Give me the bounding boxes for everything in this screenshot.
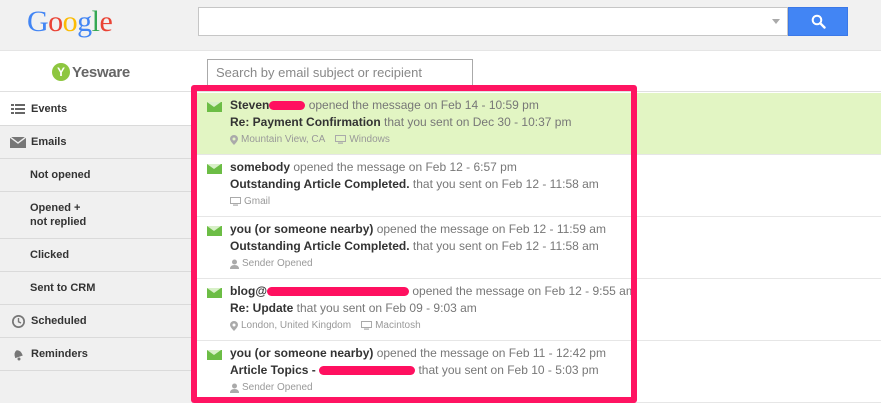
sidebar-item-clicked[interactable]: Clicked — [0, 239, 193, 272]
envelope-open-icon — [207, 164, 222, 174]
event-sent: that you sent on Dec 30 - 10:37 pm — [380, 115, 572, 129]
event-recipient: somebody — [230, 160, 291, 174]
location-pin-icon — [230, 320, 238, 331]
sidebar-item-label: Events — [31, 103, 68, 115]
event-subject: Article Topics - — [230, 363, 320, 377]
event-recipient: you (or someone nearby) — [230, 222, 374, 236]
event-sent: that you sent on Feb 12 - 11:58 am — [409, 177, 599, 191]
logo-letter: o — [62, 5, 78, 38]
sidebar: Events Emails Not opened Opened + not re… — [0, 93, 193, 403]
yesware-logo[interactable]: Y Yesware — [52, 62, 130, 82]
logo-letter: o — [48, 5, 63, 38]
google-search-button[interactable] — [788, 7, 848, 36]
list-icon — [9, 103, 27, 115]
event-device: Windows — [349, 134, 390, 145]
event-subject: Outstanding Article Completed. — [230, 177, 410, 191]
event-location: Mountain View, CA — [241, 134, 326, 145]
event-action: opened the message on Feb 12 - 11:59 am — [373, 222, 606, 236]
google-header: Google — [0, 0, 881, 51]
list-item[interactable]: somebody opened the message on Feb 12 - … — [195, 155, 881, 217]
event-action: opened the message on Feb 12 - 9:55 am — [409, 284, 636, 298]
sidebar-item-reminders[interactable]: Reminders — [0, 338, 193, 371]
event-subject: Re: Update — [230, 301, 294, 315]
logo-letter: G — [27, 5, 49, 38]
sidebar-item-events[interactable]: Events — [0, 93, 193, 126]
event-subject: Outstanding Article Completed. — [230, 239, 410, 253]
envelope-open-icon — [207, 288, 222, 298]
event-person: Sender Opened — [242, 382, 313, 393]
location-pin-icon — [230, 134, 238, 145]
envelope-open-icon — [207, 350, 222, 360]
bell-icon — [9, 347, 27, 361]
chevron-down-icon[interactable] — [772, 19, 780, 24]
sidebar-item-not-opened[interactable]: Not opened — [0, 159, 193, 192]
monitor-icon — [230, 197, 241, 206]
event-recipient: Steven — [230, 98, 270, 112]
email-search-input[interactable] — [207, 59, 473, 86]
envelope-icon — [9, 136, 27, 148]
google-search-input[interactable] — [198, 7, 788, 36]
sidebar-item-label: Emails — [31, 136, 67, 148]
event-device: Gmail — [244, 196, 271, 207]
sidebar-item-label: Sent to CRM — [30, 282, 96, 294]
event-action: opened the message on Feb 11 - 12:42 pm — [373, 346, 606, 360]
yesware-mark-icon: Y — [52, 63, 70, 81]
event-person: Sender Opened — [242, 258, 313, 269]
search-icon — [811, 14, 826, 29]
event-action: opened the message on Feb 14 - 10:59 pm — [305, 98, 539, 112]
list-item[interactable]: Steven opened the message on Feb 14 - 10… — [195, 93, 881, 155]
sidebar-item-label: Reminders — [31, 348, 88, 360]
sidebar-item-label: Opened + not replied — [30, 202, 87, 228]
yesware-header: Y Yesware — [0, 52, 881, 92]
event-device: Macintosh — [375, 320, 421, 331]
google-logo[interactable]: Google — [27, 5, 113, 39]
person-icon — [230, 259, 239, 269]
logo-letter: l — [91, 5, 100, 38]
clock-icon — [9, 314, 27, 329]
redaction-mark — [269, 101, 306, 111]
events-list: Steven opened the message on Feb 14 - 10… — [195, 93, 881, 403]
event-sent: that you sent on Feb 10 - 5:03 pm — [415, 363, 599, 377]
monitor-icon — [361, 321, 373, 330]
logo-letter: e — [99, 5, 113, 38]
list-item[interactable]: you (or someone nearby) opened the messa… — [195, 341, 881, 403]
yesware-logo-text: Yesware — [72, 63, 130, 81]
event-action: opened the message on Feb 12 - 6:57 pm — [290, 160, 517, 174]
event-sent: that you sent on Feb 09 - 9:03 am — [293, 301, 477, 315]
list-item[interactable]: you (or someone nearby) opened the messa… — [195, 217, 881, 279]
sidebar-item-label: Clicked — [30, 249, 70, 261]
sidebar-item-label: Scheduled — [31, 315, 87, 327]
logo-letter: g — [77, 5, 92, 38]
sidebar-item-sent-to-crm[interactable]: Sent to CRM — [0, 272, 193, 305]
person-icon — [230, 383, 239, 393]
envelope-open-icon — [207, 102, 222, 112]
sidebar-item-label: Not opened — [30, 169, 91, 181]
event-recipient: blog@ — [230, 284, 268, 298]
monitor-icon — [335, 135, 347, 144]
event-recipient: you (or someone nearby) — [230, 346, 374, 360]
envelope-open-icon — [207, 226, 222, 236]
sidebar-item-emails[interactable]: Emails — [0, 126, 193, 159]
sidebar-item-scheduled[interactable]: Scheduled — [0, 305, 193, 338]
list-item[interactable]: blog@ opened the message on Feb 12 - 9:5… — [195, 279, 881, 341]
redaction-mark — [267, 287, 410, 297]
event-subject: Re: Payment Confirmation — [230, 115, 381, 129]
event-location: London, United Kingdom — [241, 320, 352, 331]
event-sent: that you sent on Feb 12 - 11:58 am — [409, 239, 599, 253]
sidebar-item-opened-not-replied[interactable]: Opened + not replied — [0, 192, 193, 239]
redaction-mark — [319, 366, 416, 376]
